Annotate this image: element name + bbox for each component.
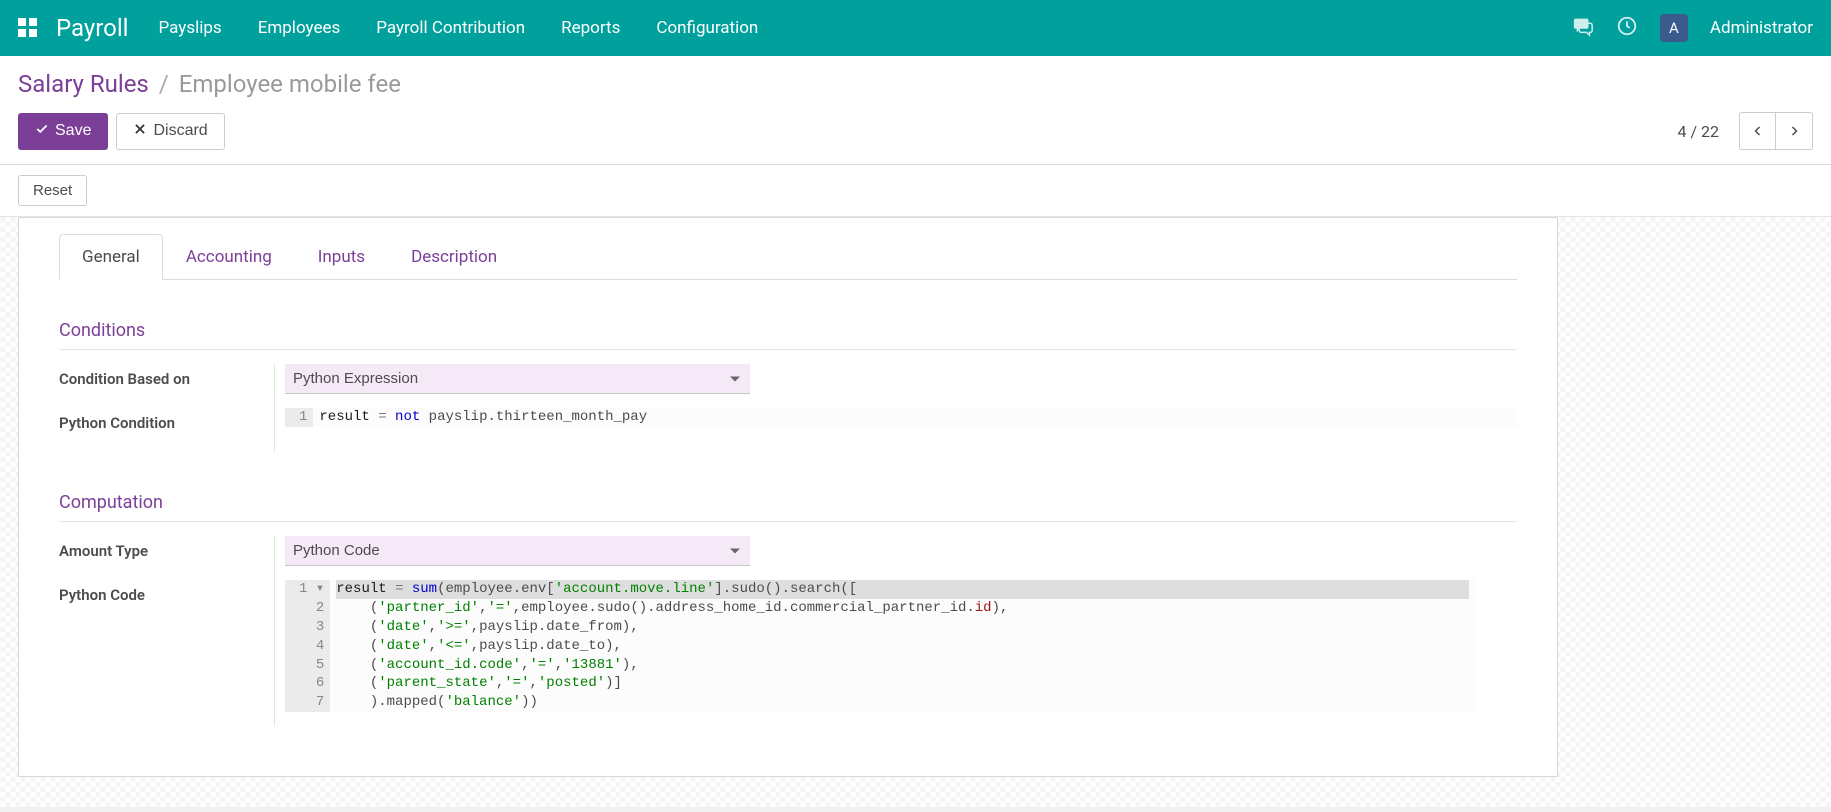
- form-sheet: General Accounting Inputs Description Co…: [18, 217, 1558, 777]
- status-bar: Reset: [0, 165, 1831, 217]
- activity-icon[interactable]: [1616, 15, 1638, 42]
- python-condition-editor[interactable]: 1 result = not payslip.thirteen_month_pa…: [285, 408, 1517, 427]
- tab-inputs[interactable]: Inputs: [295, 234, 388, 280]
- section-computation-title: Computation: [59, 492, 1517, 522]
- discard-button-label: Discard: [153, 122, 207, 140]
- menu-payslips[interactable]: Payslips: [159, 18, 222, 38]
- apps-icon[interactable]: [18, 18, 38, 38]
- messaging-icon[interactable]: [1572, 15, 1594, 42]
- tab-bar: General Accounting Inputs Description: [59, 234, 1517, 280]
- avatar[interactable]: A: [1660, 14, 1688, 42]
- reset-button[interactable]: Reset: [18, 175, 87, 206]
- reset-button-label: Reset: [33, 182, 72, 199]
- label-python-code: Python Code: [59, 580, 270, 624]
- pager-text[interactable]: 4 / 22: [1677, 122, 1719, 141]
- section-conditions-title: Conditions: [59, 320, 1517, 350]
- python-code-editor[interactable]: 1 ▾234567 result = sum(employee.env['acc…: [285, 580, 1475, 712]
- main-menu: Payslips Employees Payroll Contribution …: [159, 18, 759, 38]
- condition-based-on-select[interactable]: Python Expression: [285, 364, 750, 394]
- menu-reports[interactable]: Reports: [561, 18, 620, 38]
- discard-button[interactable]: Discard: [116, 113, 224, 150]
- check-icon: [35, 122, 49, 141]
- breadcrumb-parent[interactable]: Salary Rules: [18, 70, 149, 98]
- brand[interactable]: Payroll: [56, 14, 129, 42]
- close-icon: [133, 122, 147, 141]
- tab-accounting[interactable]: Accounting: [163, 234, 295, 280]
- menu-employees[interactable]: Employees: [258, 18, 341, 38]
- label-condition-based-on: Condition Based on: [59, 364, 270, 408]
- menu-configuration[interactable]: Configuration: [656, 18, 758, 38]
- breadcrumb: Salary Rules / Employee mobile fee: [18, 70, 1813, 98]
- label-python-condition: Python Condition: [59, 408, 270, 452]
- pager: 4 / 22: [1677, 112, 1813, 150]
- label-amount-type: Amount Type: [59, 536, 270, 580]
- amount-type-select[interactable]: Python Code: [285, 536, 750, 566]
- breadcrumb-sep: /: [159, 70, 169, 98]
- breadcrumb-current: Employee mobile fee: [179, 70, 401, 98]
- pager-next[interactable]: [1776, 113, 1812, 149]
- user-name[interactable]: Administrator: [1710, 18, 1813, 38]
- control-panel: Salary Rules / Employee mobile fee Save …: [0, 56, 1831, 165]
- top-nav: Payroll Payslips Employees Payroll Contr…: [0, 0, 1831, 56]
- pager-prev[interactable]: [1740, 113, 1776, 149]
- tab-general[interactable]: General: [59, 234, 163, 280]
- menu-payroll-contribution[interactable]: Payroll Contribution: [376, 18, 525, 38]
- top-nav-right: A Administrator: [1572, 14, 1813, 42]
- tab-description[interactable]: Description: [388, 234, 520, 280]
- save-button-label: Save: [55, 122, 91, 140]
- save-button[interactable]: Save: [18, 113, 108, 150]
